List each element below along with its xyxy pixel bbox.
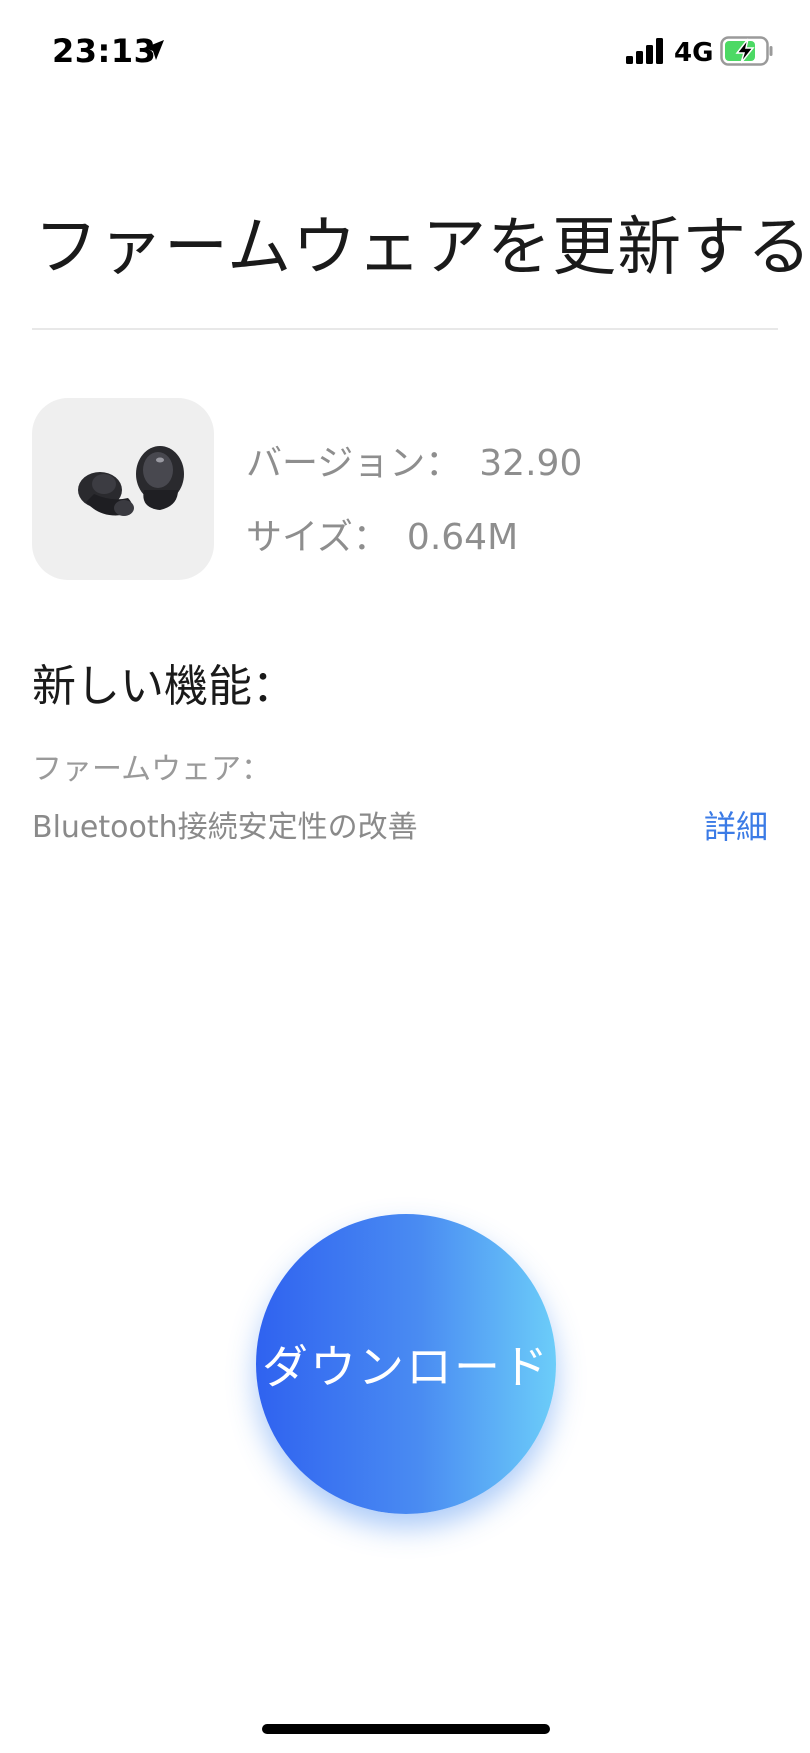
details-link[interactable]: 詳細 [704,802,768,848]
version-row: バージョン： 32.90 [246,434,582,486]
version-label: バージョン： [246,443,462,484]
page-title: ファームウェアを更新する [34,211,810,285]
feature-category: ファームウェア： [32,752,272,787]
earbuds-image [32,398,214,580]
size-row: サイズ： 0.64M [246,508,518,560]
size-label: サイズ： [246,517,389,558]
download-label: ダウンロード [262,1340,550,1394]
home-indicator[interactable] [262,1724,550,1734]
size-value: 0.64M [406,517,519,558]
feature-item: Bluetooth接続安定性の改善 [32,810,418,845]
network-type: 4G [674,38,714,68]
status-time: 23:13 [52,32,157,70]
status-bar: 23:13 4G [0,0,810,100]
version-value: 32.90 [479,443,583,484]
title-divider [32,328,778,330]
location-arrow-icon [142,38,166,62]
download-button[interactable]: ダウンロード [256,1214,556,1514]
battery-charging-icon [720,36,774,66]
cellular-signal-icon [626,38,664,64]
features-heading: 新しい機能： [32,661,296,712]
